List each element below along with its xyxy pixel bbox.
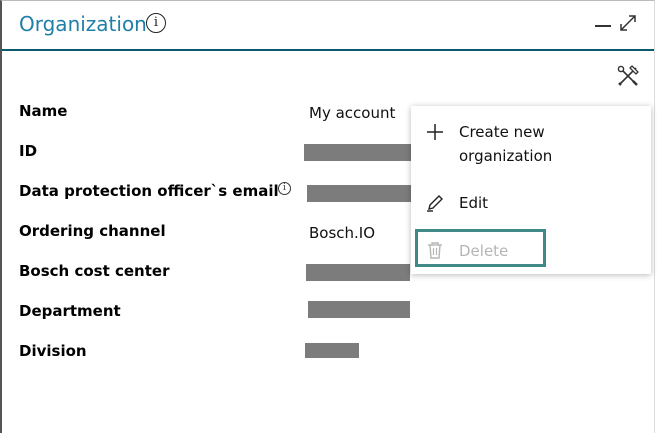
field-label-ordering-channel: Ordering channel — [19, 222, 166, 240]
redacted-id — [304, 144, 412, 161]
redacted-department — [308, 301, 410, 318]
field-label-department: Department — [19, 302, 121, 320]
tools-icon[interactable] — [617, 65, 639, 87]
dpo-info-icon[interactable]: i — [278, 182, 291, 195]
menu-item-create-organization[interactable]: Create new organization — [411, 120, 651, 170]
panel-title: Organization — [19, 12, 147, 36]
field-label-cost-center: Bosch cost center — [19, 262, 170, 280]
redacted-dpo-email — [307, 185, 412, 202]
delete-highlight-box — [415, 229, 546, 267]
panel-header: Organization i — [2, 1, 654, 51]
field-value-ordering-channel: Bosch.IO — [309, 224, 376, 242]
redacted-cost-center — [306, 264, 410, 281]
field-value-name: My account — [309, 104, 396, 122]
pencil-icon — [427, 195, 443, 212]
field-label-division: Division — [19, 342, 87, 360]
menu-item-label: Create new organization — [459, 123, 553, 165]
plus-icon — [427, 124, 443, 140]
expand-icon[interactable] — [618, 13, 638, 33]
redacted-division — [305, 343, 359, 358]
field-label-id: ID — [19, 142, 38, 160]
menu-item-label: Edit — [459, 194, 489, 212]
menu-item-edit[interactable]: Edit — [411, 191, 651, 217]
minimize-icon[interactable] — [595, 14, 613, 32]
info-icon[interactable]: i — [146, 13, 166, 33]
field-label-name: Name — [19, 102, 68, 120]
field-label-dpo-email: Data protection officer`s email — [19, 182, 279, 200]
